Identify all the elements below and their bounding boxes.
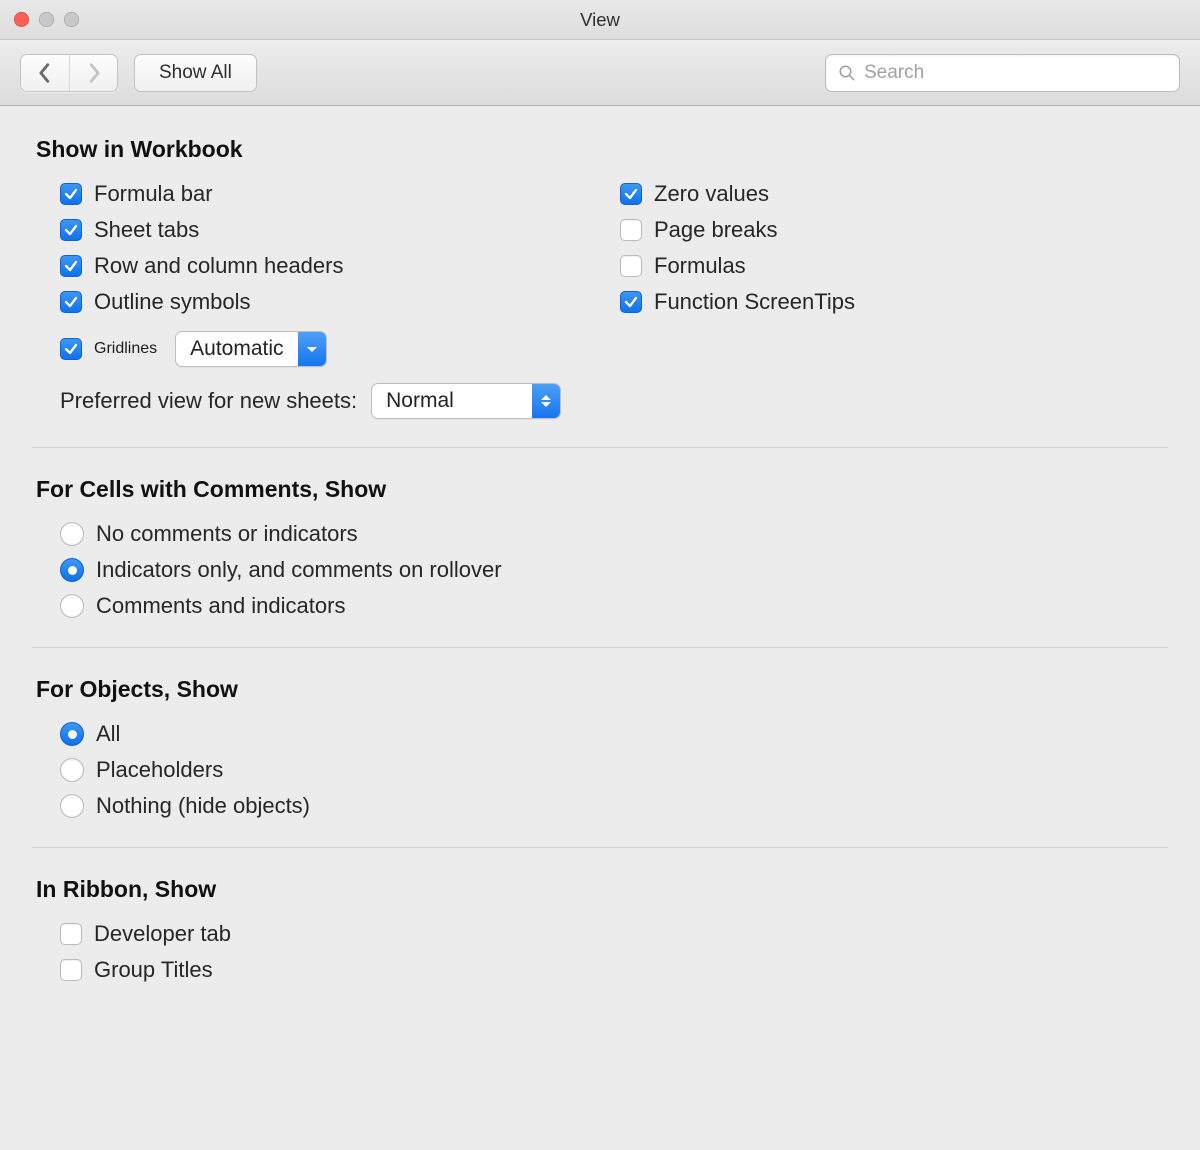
radio-objects-all[interactable]: All — [36, 721, 1164, 747]
checkbox-icon — [620, 291, 642, 313]
section-title: For Cells with Comments, Show — [36, 476, 1164, 503]
divider — [32, 447, 1168, 448]
check-label: Formula bar — [94, 181, 213, 207]
checkbox-icon — [60, 338, 82, 360]
section-comments: For Cells with Comments, Show No comment… — [36, 476, 1164, 648]
section-title: In Ribbon, Show — [36, 876, 1164, 903]
check-label: Zero values — [654, 181, 769, 207]
search-input[interactable] — [864, 62, 1167, 84]
section-objects: For Objects, Show All Placeholders Nothi… — [36, 676, 1164, 848]
section-title: For Objects, Show — [36, 676, 1164, 703]
search-icon — [838, 64, 856, 82]
toolbar: Show All — [0, 40, 1200, 106]
show-all-button[interactable]: Show All — [134, 54, 257, 92]
radio-icon — [60, 558, 84, 582]
check-formulas[interactable]: Formulas — [596, 253, 1164, 279]
stepper-arrows-icon — [532, 384, 560, 418]
radio-label: No comments or indicators — [96, 521, 358, 547]
check-label: Outline symbols — [94, 289, 251, 315]
checkbox-icon — [620, 183, 642, 205]
check-zero-values[interactable]: Zero values — [596, 181, 1164, 207]
check-label: Developer tab — [94, 921, 231, 947]
checkbox-icon — [60, 291, 82, 313]
radio-indicators-only[interactable]: Indicators only, and comments on rollove… — [36, 557, 1164, 583]
chevron-left-icon — [37, 62, 53, 84]
zoom-icon — [64, 12, 79, 27]
section-show-in-workbook: Show in Workbook Formula bar Sheet tabs … — [36, 136, 1164, 448]
radio-icon — [60, 794, 84, 818]
check-label: Function ScreenTips — [654, 289, 855, 315]
check-label: Group Titles — [94, 957, 213, 983]
radio-icon — [60, 522, 84, 546]
search-field[interactable] — [825, 54, 1180, 92]
window-title: View — [0, 9, 1200, 31]
radio-no-comments[interactable]: No comments or indicators — [36, 521, 1164, 547]
check-function-screentips[interactable]: Function ScreenTips — [596, 289, 1164, 315]
close-icon[interactable] — [14, 12, 29, 27]
check-page-breaks[interactable]: Page breaks — [596, 217, 1164, 243]
check-outline-symbols[interactable]: Outline symbols — [36, 289, 556, 315]
prefs-body: Show in Workbook Formula bar Sheet tabs … — [0, 106, 1200, 1021]
check-row-column-headers[interactable]: Row and column headers — [36, 253, 556, 279]
check-developer-tab[interactable]: Developer tab — [36, 921, 1164, 947]
radio-objects-placeholders[interactable]: Placeholders — [36, 757, 1164, 783]
checkbox-icon — [60, 255, 82, 277]
check-formula-bar[interactable]: Formula bar — [36, 181, 556, 207]
check-gridlines[interactable]: Gridlines Automatic — [36, 331, 556, 367]
preferred-view-label: Preferred view for new sheets: — [60, 388, 357, 414]
check-label: Sheet tabs — [94, 217, 199, 243]
radio-comments-and-indicators[interactable]: Comments and indicators — [36, 593, 1164, 619]
radio-label: Placeholders — [96, 757, 223, 783]
check-label: Row and column headers — [94, 253, 343, 279]
radio-icon — [60, 758, 84, 782]
radio-label: All — [96, 721, 120, 747]
select-value: Normal — [372, 384, 532, 418]
check-label: Gridlines — [94, 340, 157, 358]
check-sheet-tabs[interactable]: Sheet tabs — [36, 217, 556, 243]
minimize-icon — [39, 12, 54, 27]
select-value: Automatic — [176, 332, 297, 366]
radio-label: Nothing (hide objects) — [96, 793, 310, 819]
radio-label: Indicators only, and comments on rollove… — [96, 557, 502, 583]
checkbox-icon — [60, 923, 82, 945]
divider — [32, 647, 1168, 648]
back-button[interactable] — [21, 55, 69, 91]
gridlines-color-select[interactable]: Automatic — [175, 331, 326, 367]
chevron-down-icon — [298, 332, 326, 366]
check-label: Page breaks — [654, 217, 778, 243]
checkbox-icon — [60, 959, 82, 981]
checkbox-icon — [620, 219, 642, 241]
nav-segmented — [20, 54, 118, 92]
section-title: Show in Workbook — [36, 136, 1164, 163]
check-group-titles[interactable]: Group Titles — [36, 957, 1164, 983]
forward-button[interactable] — [69, 55, 117, 91]
check-label: Formulas — [654, 253, 746, 279]
chevron-right-icon — [86, 62, 102, 84]
radio-label: Comments and indicators — [96, 593, 345, 619]
checkbox-icon — [60, 183, 82, 205]
preferred-view-select[interactable]: Normal — [371, 383, 561, 419]
checkbox-icon — [60, 219, 82, 241]
radio-icon — [60, 594, 84, 618]
preferred-view-row: Preferred view for new sheets: Normal — [36, 383, 1164, 419]
checkbox-icon — [620, 255, 642, 277]
divider — [32, 847, 1168, 848]
radio-icon — [60, 722, 84, 746]
radio-objects-nothing[interactable]: Nothing (hide objects) — [36, 793, 1164, 819]
section-ribbon: In Ribbon, Show Developer tab Group Titl… — [36, 876, 1164, 983]
traffic-lights — [14, 12, 79, 27]
titlebar: View — [0, 0, 1200, 40]
